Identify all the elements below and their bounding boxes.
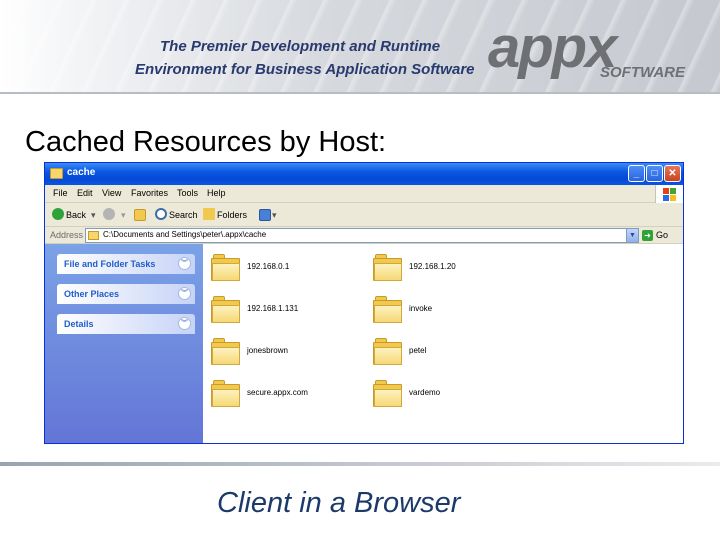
- address-input[interactable]: C:\Documents and Settings\peter\.appx\ca…: [85, 228, 638, 243]
- go-arrow-icon[interactable]: ➜: [642, 230, 653, 241]
- forward-dropdown[interactable]: ▾: [121, 208, 126, 222]
- address-value: C:\Documents and Settings\peter\.appx\ca…: [103, 230, 267, 239]
- views-icon[interactable]: [259, 209, 271, 221]
- folder-icon: [211, 296, 241, 323]
- chevron-down-icon[interactable]: ︾: [178, 317, 191, 330]
- go-button[interactable]: Go: [656, 230, 668, 240]
- folder-icon: [211, 380, 241, 407]
- menu-tools[interactable]: Tools: [177, 188, 198, 198]
- logo-wordmark: appx: [488, 15, 617, 80]
- folder-item[interactable]: jonesbrown: [211, 334, 361, 370]
- folder-name: 192.168.1.20: [409, 262, 456, 271]
- task-group-file-and-folder-tasks[interactable]: File and Folder Tasks ︾: [57, 254, 195, 274]
- back-dropdown[interactable]: ▾: [91, 208, 96, 222]
- folder-name: invoke: [409, 304, 433, 313]
- up-folder-icon[interactable]: [134, 209, 146, 221]
- explorer-window: cache _ □ ✕ File Edit View Favorites Too…: [44, 162, 684, 444]
- search-label: Search: [169, 210, 198, 220]
- banner-tagline-line1: The Premier Development and Runtime: [160, 38, 441, 55]
- window-titlebar[interactable]: cache _ □ ✕: [45, 163, 683, 185]
- banner-divider: [0, 92, 720, 94]
- folder-name: 192.168.0.1: [247, 262, 290, 271]
- folder-icon: [373, 338, 403, 365]
- task-group-label: Other Places: [64, 289, 120, 299]
- folder-item[interactable]: petel: [373, 334, 523, 370]
- back-label: Back: [66, 210, 87, 220]
- chevron-down-icon[interactable]: ︾: [178, 287, 191, 300]
- toolbar: Back ▾ ▾ Search Folders ▾: [45, 203, 683, 227]
- task-group-label: File and Folder Tasks: [64, 259, 156, 269]
- back-button[interactable]: Back: [52, 208, 86, 222]
- slide-footer: Client in a Browser: [217, 487, 461, 519]
- slide-banner: The Premier Development and Runtime Envi…: [0, 0, 720, 92]
- menu-file[interactable]: File: [53, 188, 68, 198]
- task-group-label: Details: [64, 319, 94, 329]
- chevron-down-icon[interactable]: ︾: [178, 257, 191, 270]
- folder-item[interactable]: vardemo: [373, 376, 523, 412]
- menu-edit[interactable]: Edit: [77, 188, 93, 198]
- menu-favorites[interactable]: Favorites: [131, 188, 168, 198]
- folder-icon: [373, 254, 403, 281]
- folder-item[interactable]: 192.168.0.1: [211, 250, 361, 286]
- logo-software: SOFTWARE: [600, 64, 685, 81]
- back-arrow-icon: [52, 208, 64, 220]
- address-label: Address: [50, 230, 84, 240]
- windows-flag-icon: [655, 185, 683, 203]
- folder-item[interactable]: secure.appx.com: [211, 376, 361, 412]
- menu-help[interactable]: Help: [207, 188, 226, 198]
- folder-name: jonesbrown: [247, 346, 288, 355]
- folder-item[interactable]: 192.168.1.131: [211, 292, 361, 328]
- menu-bar: File Edit View Favorites Tools Help: [45, 185, 683, 203]
- folders-button[interactable]: Folders: [203, 208, 247, 222]
- folder-icon: [88, 231, 99, 240]
- folder-view: 192.168.0.1 192.168.1.20 192.168.1.131 i…: [203, 244, 683, 443]
- menu-view[interactable]: View: [102, 188, 121, 198]
- minimize-button[interactable]: _: [628, 165, 645, 182]
- folder-item[interactable]: 192.168.1.20: [373, 250, 523, 286]
- folder-name: secure.appx.com: [247, 388, 308, 397]
- task-pane: File and Folder Tasks ︾ Other Places ︾ D…: [45, 244, 203, 443]
- search-icon: [155, 208, 167, 220]
- folder-icon: [211, 338, 241, 365]
- folder-name: 192.168.1.131: [247, 304, 299, 313]
- folder-icon: [211, 254, 241, 281]
- views-dropdown[interactable]: ▾: [272, 208, 277, 222]
- folder-item[interactable]: invoke: [373, 292, 523, 328]
- banner-tagline-line2: Environment for Business Application Sof…: [135, 61, 475, 78]
- task-group-other-places[interactable]: Other Places ︾: [57, 284, 195, 304]
- folders-label: Folders: [217, 210, 248, 220]
- close-button[interactable]: ✕: [664, 165, 681, 182]
- address-bar: Address C:\Documents and Settings\peter\…: [45, 227, 683, 244]
- window-title: cache: [67, 167, 96, 178]
- forward-button[interactable]: [103, 208, 117, 222]
- folder-icon: [373, 296, 403, 323]
- folder-name: petel: [409, 346, 427, 355]
- footer-divider: [0, 462, 720, 466]
- forward-arrow-icon: [103, 208, 115, 220]
- task-group-details[interactable]: Details ︾: [57, 314, 195, 334]
- search-button[interactable]: Search: [155, 208, 198, 222]
- address-dropdown-button[interactable]: ▼: [626, 228, 639, 243]
- slide-title: Cached Resources by Host:: [25, 126, 387, 158]
- folder-name: vardemo: [409, 388, 441, 397]
- folder-icon: [50, 168, 63, 179]
- folder-icon: [373, 380, 403, 407]
- maximize-button[interactable]: □: [646, 165, 663, 182]
- folders-icon: [203, 208, 215, 220]
- appx-logo: appx SOFTWARE: [488, 15, 700, 86]
